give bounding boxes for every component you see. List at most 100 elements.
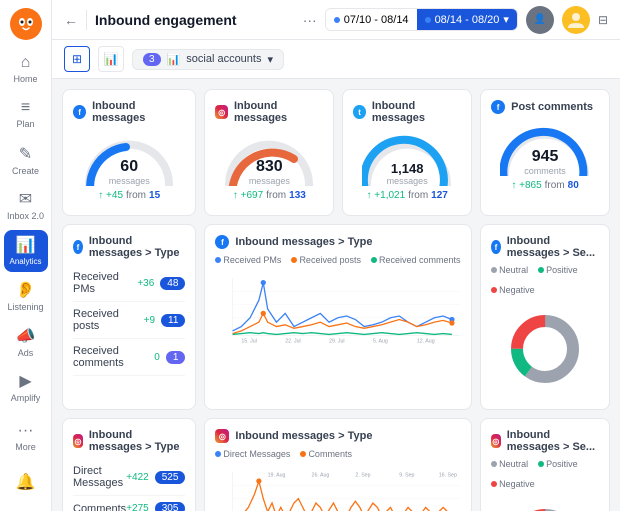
- svg-text:16. Sep: 16. Sep: [439, 473, 457, 479]
- filter-icon[interactable]: ⊟: [598, 13, 608, 27]
- stat-change: +275: [126, 503, 149, 511]
- secondbar: ⊞ 📊 3 📊 social accounts ▾: [52, 40, 620, 79]
- card-title: Post comments: [511, 101, 593, 113]
- card-header: f Inbound messages > Type: [73, 235, 185, 259]
- date-range-current[interactable]: 08/14 - 08/20 ▾: [417, 9, 517, 30]
- facebook-icon: f: [491, 240, 501, 254]
- legend-comments: Received comments: [371, 255, 461, 265]
- legend-comments: Comments: [300, 449, 352, 459]
- stat-change: +36: [137, 278, 154, 289]
- sidebar-item-plan[interactable]: ≡ Plan: [4, 94, 48, 136]
- more-icon: ···: [18, 422, 34, 440]
- fb-sentiment-card: f Inbound messages > Se... Neutral Posit…: [480, 224, 610, 410]
- metric-unit: comments: [524, 166, 566, 176]
- amplify-icon: ▶: [19, 371, 31, 391]
- ig-type-stats-card: ◎ Inbound messages > Type Direct Message…: [62, 418, 196, 511]
- stat-values: 0 1: [154, 351, 185, 364]
- facebook-icon: f: [215, 235, 229, 249]
- dropdown-icon: ▾: [503, 13, 509, 26]
- sidebar-item-more[interactable]: ··· More: [4, 416, 48, 458]
- stat-row-pms: Received PMs +36 48: [73, 265, 185, 302]
- sidebar-item-ads[interactable]: 📣 Ads: [4, 321, 48, 363]
- sidebar-item-inbox[interactable]: ✉ Inbox 2.0: [4, 185, 48, 227]
- svg-text:12. Aug: 12. Aug: [417, 338, 435, 344]
- instagram-icon: ◎: [215, 105, 228, 119]
- ig-line-chart: 15. Jul 22. Jul 29. Jul 5. Aug 12. Aug 1…: [215, 463, 461, 511]
- legend-neutral: Neutral: [491, 265, 528, 275]
- chart-legend: Neutral Positive Negative: [491, 459, 599, 489]
- stat-values: +9 11: [144, 314, 186, 327]
- card-title: Inbound messages > Se...: [507, 429, 599, 453]
- stat-label: Received comments: [73, 345, 154, 369]
- card-header: ◎ Inbound messages > Type: [215, 429, 461, 443]
- page-title: Inbound engagement: [95, 12, 295, 28]
- svg-text:15. Jul: 15. Jul: [242, 338, 257, 344]
- card-header: f Post comments: [491, 100, 599, 114]
- instagram-icon: ◎: [491, 434, 501, 448]
- grid-view-button[interactable]: ⊞: [64, 46, 90, 72]
- legend-dm: Direct Messages: [215, 449, 290, 459]
- legend-neutral: Neutral: [491, 459, 528, 469]
- stat-values: +422 525: [126, 471, 185, 484]
- sidebar-bell[interactable]: 🔔: [4, 462, 48, 504]
- topbar: ← Inbound engagement ··· 07/10 - 08/14 0…: [52, 0, 620, 40]
- date-range-prev-label: 07/10 - 08/14: [344, 14, 409, 26]
- metric-change: ↑ +45 from 15: [98, 190, 160, 201]
- plan-icon: ≡: [21, 99, 30, 117]
- user-profile[interactable]: [562, 6, 590, 34]
- sidebar-item-create[interactable]: ✎ Create: [4, 139, 48, 181]
- chart-view-button[interactable]: 📊: [98, 46, 124, 72]
- user-avatar[interactable]: 👤: [526, 6, 554, 34]
- legend-positive: Positive: [538, 459, 578, 469]
- sidebar-item-amplify[interactable]: ▶ Amplify: [4, 367, 48, 409]
- card-header: ◎ Inbound messages > Type: [73, 429, 185, 453]
- stat-values: +36 48: [137, 277, 185, 290]
- back-button[interactable]: ←: [64, 12, 78, 28]
- stat-label: Direct Messages: [73, 465, 126, 489]
- legend-positive: Positive: [538, 265, 578, 275]
- listening-icon: 👂: [16, 280, 36, 300]
- card-title: Inbound messages: [92, 100, 185, 124]
- twitter-icon: t: [353, 105, 366, 119]
- more-button[interactable]: ···: [303, 12, 317, 28]
- metric-unit: messages: [109, 176, 150, 186]
- date-range-prev[interactable]: 07/10 - 08/14: [326, 10, 417, 30]
- card-header: ◎ Inbound messages > Se...: [491, 429, 599, 453]
- stat-row-posts: Received posts +9 11: [73, 302, 185, 339]
- fb-type-stats-card: f Inbound messages > Type Received PMs +…: [62, 224, 196, 410]
- gauge: 1,148 messages ↑ +1,021 from 127: [353, 130, 461, 205]
- stat-change: 0: [154, 352, 160, 363]
- logo: [10, 8, 42, 40]
- social-accounts-filter[interactable]: 3 📊 social accounts ▾: [132, 49, 284, 70]
- stat-badge: 48: [160, 277, 185, 290]
- metric-change: ↑ +1,021 from 127: [367, 190, 448, 201]
- social-label: 📊: [167, 53, 181, 66]
- legend-negative: Negative: [491, 285, 535, 295]
- svg-text:22. Jul: 22. Jul: [286, 338, 301, 344]
- chart-legend: Direct Messages Comments: [215, 449, 461, 459]
- stat-label: Received posts: [73, 308, 144, 332]
- analytics-icon: 📊: [16, 235, 36, 255]
- metric-value: 830: [249, 158, 290, 176]
- legend-negative: Negative: [491, 479, 535, 489]
- social-dropdown-icon: ▾: [267, 53, 273, 66]
- social-count: 3: [143, 53, 161, 66]
- sidebar-item-home[interactable]: ⌂ Home: [4, 48, 48, 90]
- stat-badge: 1: [166, 351, 186, 364]
- chart-legend: Neutral Positive Negative: [491, 265, 599, 295]
- dashboard-content: f Inbound messages 60 messages ↑ +45: [52, 79, 620, 511]
- facebook-icon: f: [73, 105, 86, 119]
- main-content: ← Inbound engagement ··· 07/10 - 08/14 0…: [52, 0, 620, 511]
- sidebar-item-listening[interactable]: 👂 Listening: [4, 276, 48, 318]
- stat-label: Received PMs: [73, 271, 137, 295]
- legend-posts: Received posts: [291, 255, 361, 265]
- date-dot-prev: [334, 17, 340, 23]
- gauge: 60 messages ↑ +45 from 15: [73, 130, 185, 205]
- sidebar-item-analytics[interactable]: 📊 Analytics: [4, 230, 48, 272]
- metric-change: ↑ +697 from 133: [233, 190, 306, 201]
- ig-sentiment-card: ◎ Inbound messages > Se... Neutral Posit…: [480, 418, 610, 511]
- metric-value: 60: [109, 158, 150, 176]
- date-range-selector[interactable]: 07/10 - 08/14 08/14 - 08/20 ▾: [325, 8, 518, 31]
- card-title: Inbound messages > Type: [235, 236, 372, 248]
- stat-badge: 305: [155, 502, 186, 511]
